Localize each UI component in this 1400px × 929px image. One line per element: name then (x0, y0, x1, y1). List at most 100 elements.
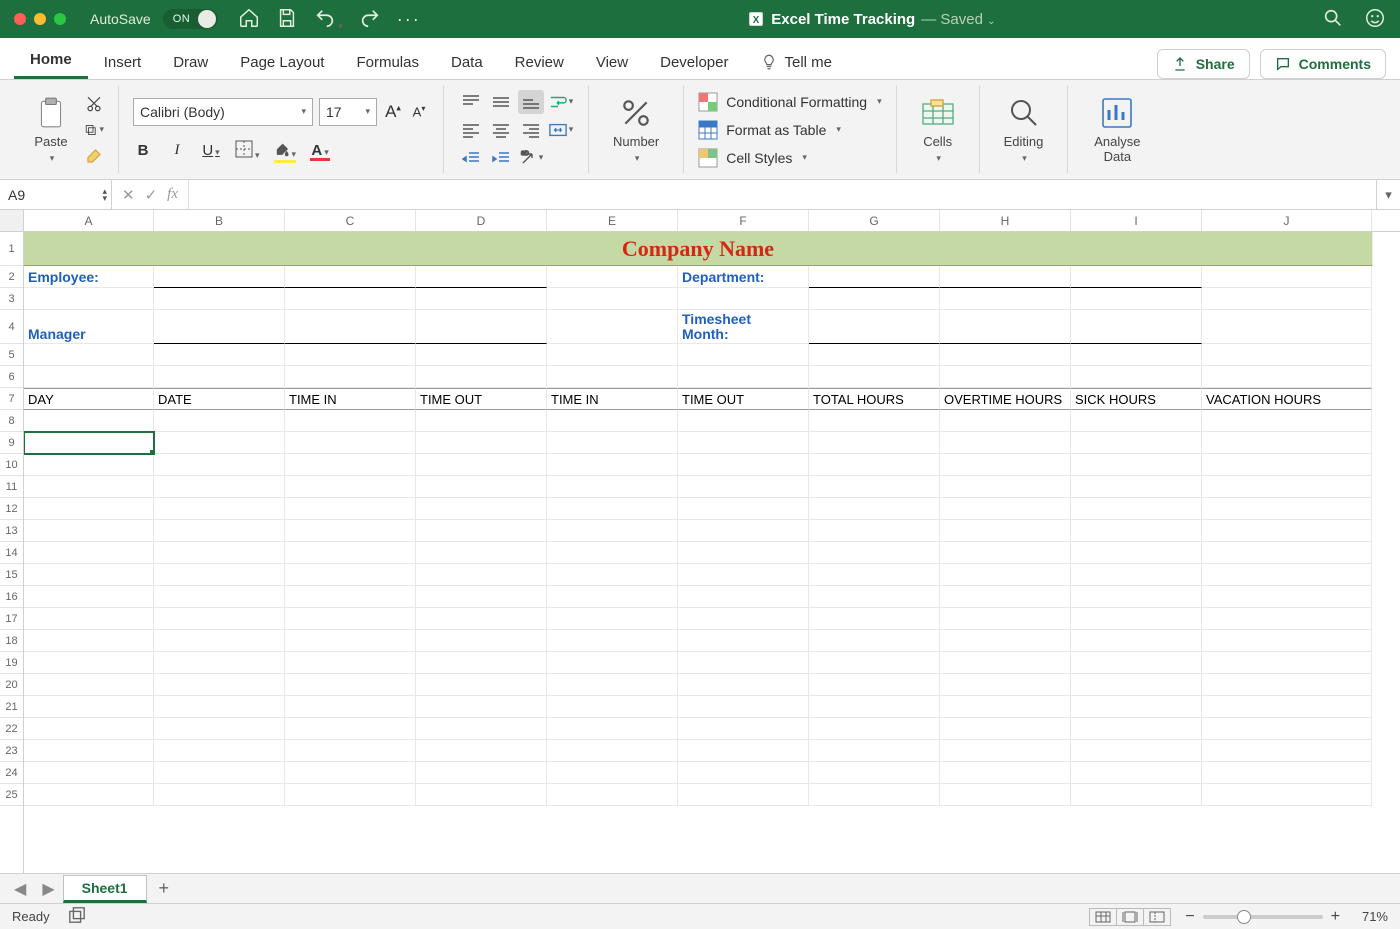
cell[interactable] (809, 586, 940, 608)
cell[interactable] (678, 542, 809, 564)
cell[interactable] (547, 310, 678, 344)
cell[interactable] (154, 564, 285, 586)
number-format-button[interactable]: Number ▾ (603, 92, 669, 168)
cell[interactable] (154, 498, 285, 520)
cell[interactable] (809, 366, 940, 388)
underline-button[interactable]: U▾ (201, 142, 221, 159)
cell[interactable] (285, 586, 416, 608)
row-header[interactable]: 5 (0, 344, 23, 366)
cell[interactable] (416, 454, 547, 476)
cell[interactable] (1202, 410, 1372, 432)
cell[interactable] (547, 520, 678, 542)
cell[interactable] (547, 740, 678, 762)
column-header-H[interactable]: H (940, 210, 1071, 231)
cell[interactable] (809, 344, 940, 366)
cell[interactable] (1202, 652, 1372, 674)
cell[interactable] (1202, 542, 1372, 564)
fx-icon[interactable]: fx (167, 186, 178, 203)
sheet-nav-prev[interactable]: ◀ (6, 879, 34, 899)
cell[interactable] (416, 762, 547, 784)
cell[interactable] (1202, 740, 1372, 762)
cell[interactable] (24, 696, 154, 718)
cell[interactable] (154, 432, 285, 454)
cell[interactable] (940, 608, 1071, 630)
cell[interactable] (547, 586, 678, 608)
indent-decrease-icon[interactable] (458, 146, 484, 170)
cell[interactable] (24, 652, 154, 674)
cell[interactable] (1202, 454, 1372, 476)
cell[interactable] (154, 740, 285, 762)
cell[interactable] (1071, 784, 1202, 806)
cell[interactable] (547, 608, 678, 630)
cell[interactable] (285, 784, 416, 806)
cell[interactable] (809, 718, 940, 740)
cell[interactable] (154, 586, 285, 608)
align-left-icon[interactable] (458, 118, 484, 142)
cell[interactable] (547, 564, 678, 586)
cell[interactable] (285, 266, 416, 288)
cell[interactable] (547, 366, 678, 388)
cell[interactable] (809, 762, 940, 784)
cell[interactable] (809, 266, 940, 288)
autosave-toggle[interactable]: ON (163, 9, 219, 29)
cell[interactable] (416, 784, 547, 806)
cell[interactable] (24, 630, 154, 652)
cell[interactable] (547, 784, 678, 806)
cell[interactable] (154, 288, 285, 310)
cell[interactable] (416, 366, 547, 388)
align-middle-icon[interactable] (488, 90, 514, 114)
cell[interactable]: TOTAL HOURS (809, 388, 940, 410)
cell[interactable] (24, 608, 154, 630)
column-header-E[interactable]: E (547, 210, 678, 231)
font-name-select[interactable]: Calibri (Body)▾ (133, 98, 313, 126)
row-header[interactable]: 13 (0, 520, 23, 542)
row-header[interactable]: 12 (0, 498, 23, 520)
cell[interactable] (24, 498, 154, 520)
zoom-slider[interactable] (1203, 915, 1323, 919)
cell[interactable] (1071, 542, 1202, 564)
cell[interactable] (24, 344, 154, 366)
cell[interactable] (1202, 266, 1372, 288)
cell[interactable] (547, 344, 678, 366)
cell[interactable] (285, 476, 416, 498)
cell[interactable] (940, 784, 1071, 806)
cell[interactable] (940, 542, 1071, 564)
formula-collapse-icon[interactable]: ▾ (1376, 180, 1400, 209)
cell[interactable] (678, 520, 809, 542)
cell[interactable] (1202, 784, 1372, 806)
cell[interactable]: DATE (154, 388, 285, 410)
cell[interactable] (154, 520, 285, 542)
cell[interactable] (940, 520, 1071, 542)
add-sheet-button[interactable]: + (147, 874, 182, 903)
cell[interactable] (24, 454, 154, 476)
cell[interactable] (416, 520, 547, 542)
cell[interactable] (678, 740, 809, 762)
cell[interactable] (154, 630, 285, 652)
row-header[interactable]: 4 (0, 310, 23, 344)
cell[interactable] (678, 564, 809, 586)
close-window[interactable] (14, 13, 26, 25)
cell[interactable] (547, 762, 678, 784)
select-all-corner[interactable] (0, 210, 23, 232)
row-header[interactable]: 24 (0, 762, 23, 784)
bold-button[interactable]: B (133, 142, 153, 159)
cell[interactable] (285, 630, 416, 652)
cell[interactable] (547, 266, 678, 288)
cell[interactable] (1202, 696, 1372, 718)
cell[interactable] (547, 652, 678, 674)
cell[interactable] (154, 718, 285, 740)
row-header[interactable]: 6 (0, 366, 23, 388)
cell[interactable]: SICK HOURS (1071, 388, 1202, 410)
cell[interactable] (809, 608, 940, 630)
normal-view-icon[interactable] (1089, 908, 1117, 926)
cell[interactable]: TIME OUT (416, 388, 547, 410)
cell[interactable]: Department: (678, 266, 809, 288)
cell[interactable] (809, 410, 940, 432)
cell[interactable] (940, 476, 1071, 498)
undo-icon[interactable]: ▾ (314, 7, 343, 32)
format-as-table-button[interactable]: Format as Table▾ (698, 118, 841, 142)
cell[interactable] (678, 762, 809, 784)
cell[interactable] (809, 476, 940, 498)
column-header-C[interactable]: C (285, 210, 416, 231)
cell[interactable] (1071, 564, 1202, 586)
